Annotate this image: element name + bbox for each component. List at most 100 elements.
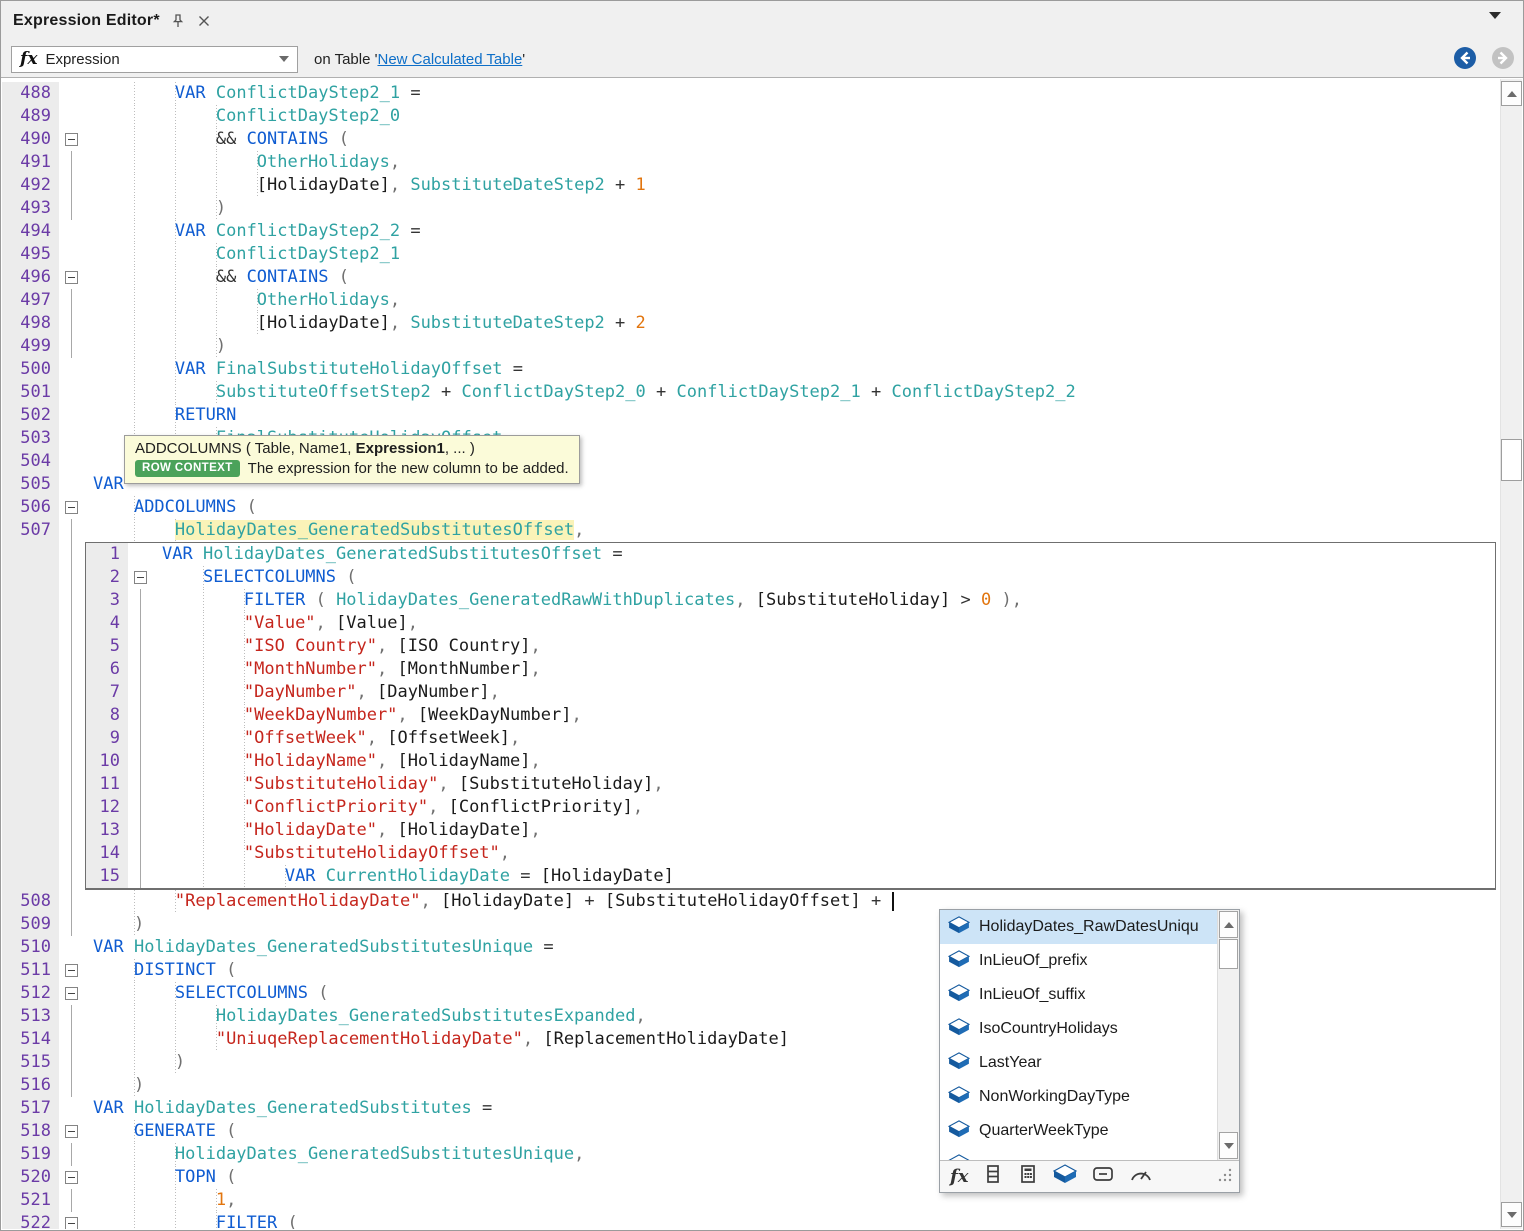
code-line[interactable]: 497 OtherHolidays, xyxy=(2,289,1498,312)
code-line[interactable]: 3 FILTER ( HolidayDates_GeneratedRawWith… xyxy=(86,589,1495,612)
code-line[interactable]: 498 [HolidayDate], SubstituteDateStep2 +… xyxy=(2,312,1498,335)
code-line[interactable]: 11 "SubstituteHoliday", [SubstituteHolid… xyxy=(86,773,1495,796)
code-line[interactable]: 12 "ConflictPriority", [ConflictPriority… xyxy=(86,796,1495,819)
code-line[interactable]: 9 "OffsetWeek", [OffsetWeek], xyxy=(86,727,1495,750)
code-line[interactable]: 516 ) xyxy=(2,1074,1498,1097)
scroll-up-button[interactable] xyxy=(1219,911,1238,938)
code-line[interactable]: 506 ADDCOLUMNS ( xyxy=(2,496,1498,519)
kpi-gauge-icon[interactable] xyxy=(1129,1164,1153,1189)
code-line[interactable]: 512 SELECTCOLUMNS ( xyxy=(2,982,1498,1005)
code-line[interactable]: 493 ) xyxy=(2,197,1498,220)
field-icon[interactable] xyxy=(1092,1164,1114,1189)
scroll-down-button[interactable] xyxy=(1501,1202,1522,1227)
code-line[interactable]: 517VAR HolidayDates_GeneratedSubstitutes… xyxy=(2,1097,1498,1120)
fold-marker[interactable] xyxy=(65,1125,78,1138)
scrollbar-thumb[interactable] xyxy=(1501,439,1522,481)
code-line[interactable]: 10 "HolidayName", [HolidayName], xyxy=(86,750,1495,773)
table-link[interactable]: New Calculated Table xyxy=(377,51,522,68)
code-line[interactable]: 495 ConflictDayStep2_1 xyxy=(2,243,1498,266)
code-text: "ReplacementHolidayDate", [HolidayDate] … xyxy=(85,890,1498,913)
fold-column xyxy=(128,819,154,842)
scroll-up-button[interactable] xyxy=(1501,81,1522,106)
code-line[interactable]: 508 "ReplacementHolidayDate", [HolidayDa… xyxy=(2,890,1498,913)
table-icon[interactable] xyxy=(1053,1164,1077,1189)
code-line[interactable]: 14 "SubstituteHolidayOffset", xyxy=(86,842,1495,865)
resize-grip[interactable] xyxy=(1217,1167,1233,1188)
code-line[interactable]: 4 "Value", [Value], xyxy=(86,612,1495,635)
autocomplete-scrollbar[interactable] xyxy=(1217,910,1239,1160)
autocomplete-item[interactable]: HolidayDates_RawDatesUniqu xyxy=(940,910,1239,944)
close-icon[interactable] xyxy=(196,13,212,29)
column-icon[interactable] xyxy=(983,1164,1003,1189)
window-menu-chevron-down-icon[interactable] xyxy=(1489,12,1501,19)
code-editor[interactable]: 488 VAR ConflictDayStep2_1 =489 Conflict… xyxy=(2,79,1522,1229)
code-line[interactable]: 513 HolidayDates_GeneratedSubstitutesExp… xyxy=(2,1005,1498,1028)
autocomplete-item[interactable]: InLieuOf_suffix xyxy=(940,978,1239,1012)
line-number: 496 xyxy=(2,266,59,289)
tab-expression-editor[interactable]: Expression Editor* xyxy=(13,1,222,41)
code-text: ConflictDayStep2_1 xyxy=(85,243,1498,266)
scroll-down-button[interactable] xyxy=(1219,1132,1238,1159)
code-line[interactable]: 502 RETURN xyxy=(2,404,1498,427)
code-line[interactable]: 509 ) xyxy=(2,913,1498,936)
code-line[interactable]: 8 "WeekDayNumber", [WeekDayNumber], xyxy=(86,704,1495,727)
autocomplete-item[interactable]: NonWorkingDayType xyxy=(940,1080,1239,1114)
code-line[interactable]: 499 ) xyxy=(2,335,1498,358)
code-line[interactable]: 5 "ISO Country", [ISO Country], xyxy=(86,635,1495,658)
code-line[interactable]: 490 && CONTAINS ( xyxy=(2,128,1498,151)
fold-marker[interactable] xyxy=(134,571,147,584)
autocomplete-item[interactable]: IsoCountryHolidays xyxy=(940,1012,1239,1046)
code-line[interactable]: 7 "DayNumber", [DayNumber], xyxy=(86,681,1495,704)
triangle-up-icon xyxy=(1507,91,1517,97)
code-line[interactable]: 520 TOPN ( xyxy=(2,1166,1498,1189)
peek-definition-editor[interactable]: 1VAR HolidayDates_GeneratedSubstitutesOf… xyxy=(85,542,1496,890)
code-line[interactable]: 15 VAR CurrentHolidayDate = [HolidayDate… xyxy=(86,865,1495,888)
calculator-icon[interactable] xyxy=(1018,1164,1038,1189)
code-line[interactable]: 515 ) xyxy=(2,1051,1498,1074)
fold-marker[interactable] xyxy=(65,1171,78,1184)
code-line[interactable]: 13 "HolidayDate", [HolidayDate], xyxy=(86,819,1495,842)
fold-marker[interactable] xyxy=(65,1217,78,1229)
code-line[interactable]: 521 1, xyxy=(2,1189,1498,1212)
autocomplete-item[interactable]: QuarterWeekType xyxy=(940,1114,1239,1148)
code-line[interactable]: 494 VAR ConflictDayStep2_2 = xyxy=(2,220,1498,243)
line-number: 516 xyxy=(2,1074,59,1097)
code-line[interactable]: 510VAR HolidayDates_GeneratedSubstitutes… xyxy=(2,936,1498,959)
editor-scrollbar[interactable] xyxy=(1500,79,1522,1229)
code-line[interactable]: 489 ConflictDayStep2_0 xyxy=(2,105,1498,128)
pin-icon[interactable] xyxy=(170,13,186,29)
code-line[interactable]: 2 SELECTCOLUMNS ( xyxy=(86,566,1495,589)
autocomplete-item[interactable] xyxy=(940,1148,1239,1160)
forward-button[interactable] xyxy=(1491,46,1515,70)
autocomplete-item[interactable]: InLieuOf_prefix xyxy=(940,944,1239,978)
code-text: "SubstituteHolidayOffset", xyxy=(154,842,1495,865)
function-fx-icon[interactable]: fx xyxy=(950,1166,968,1187)
fold-marker[interactable] xyxy=(65,987,78,1000)
code-line[interactable]: 518 GENERATE ( xyxy=(2,1120,1498,1143)
code-line[interactable]: 519 HolidayDates_GeneratedSubstitutesUni… xyxy=(2,1143,1498,1166)
fold-marker[interactable] xyxy=(65,964,78,977)
code-text: SubstituteOffsetStep2 + ConflictDayStep2… xyxy=(85,381,1498,404)
fold-marker[interactable] xyxy=(65,271,78,284)
code-line[interactable]: 491 OtherHolidays, xyxy=(2,151,1498,174)
autocomplete-item-label: LastYear xyxy=(979,1054,1042,1072)
row-context-badge: ROW CONTEXT xyxy=(135,460,240,477)
code-line[interactable]: 6 "MonthNumber", [MonthNumber], xyxy=(86,658,1495,681)
code-line[interactable]: 507 HolidayDates_GeneratedSubstitutesOff… xyxy=(2,519,1498,542)
fold-marker[interactable] xyxy=(65,133,78,146)
code-line[interactable]: 1VAR HolidayDates_GeneratedSubstitutesOf… xyxy=(86,543,1495,566)
code-line[interactable]: 500 VAR FinalSubstituteHolidayOffset = xyxy=(2,358,1498,381)
code-line[interactable]: 522 FILTER ( xyxy=(2,1212,1498,1229)
fold-marker[interactable] xyxy=(65,501,78,514)
code-line[interactable]: 488 VAR ConflictDayStep2_1 = xyxy=(2,82,1498,105)
code-line[interactable]: 496 && CONTAINS ( xyxy=(2,266,1498,289)
back-button[interactable] xyxy=(1453,46,1477,70)
autocomplete-item[interactable]: LastYear xyxy=(940,1046,1239,1080)
code-line[interactable]: 514 "UniuqeReplacementHolidayDate", [Rep… xyxy=(2,1028,1498,1051)
code-line[interactable]: 492 [HolidayDate], SubstituteDateStep2 +… xyxy=(2,174,1498,197)
code-line[interactable]: 511 DISTINCT ( xyxy=(2,959,1498,982)
code-line[interactable]: 501 SubstituteOffsetStep2 + ConflictDayS… xyxy=(2,381,1498,404)
scrollbar-thumb[interactable] xyxy=(1219,939,1238,969)
expression-selector-dropdown[interactable]: fx Expression xyxy=(11,46,298,73)
code-text: "HolidayDate", [HolidayDate], xyxy=(154,819,1495,842)
